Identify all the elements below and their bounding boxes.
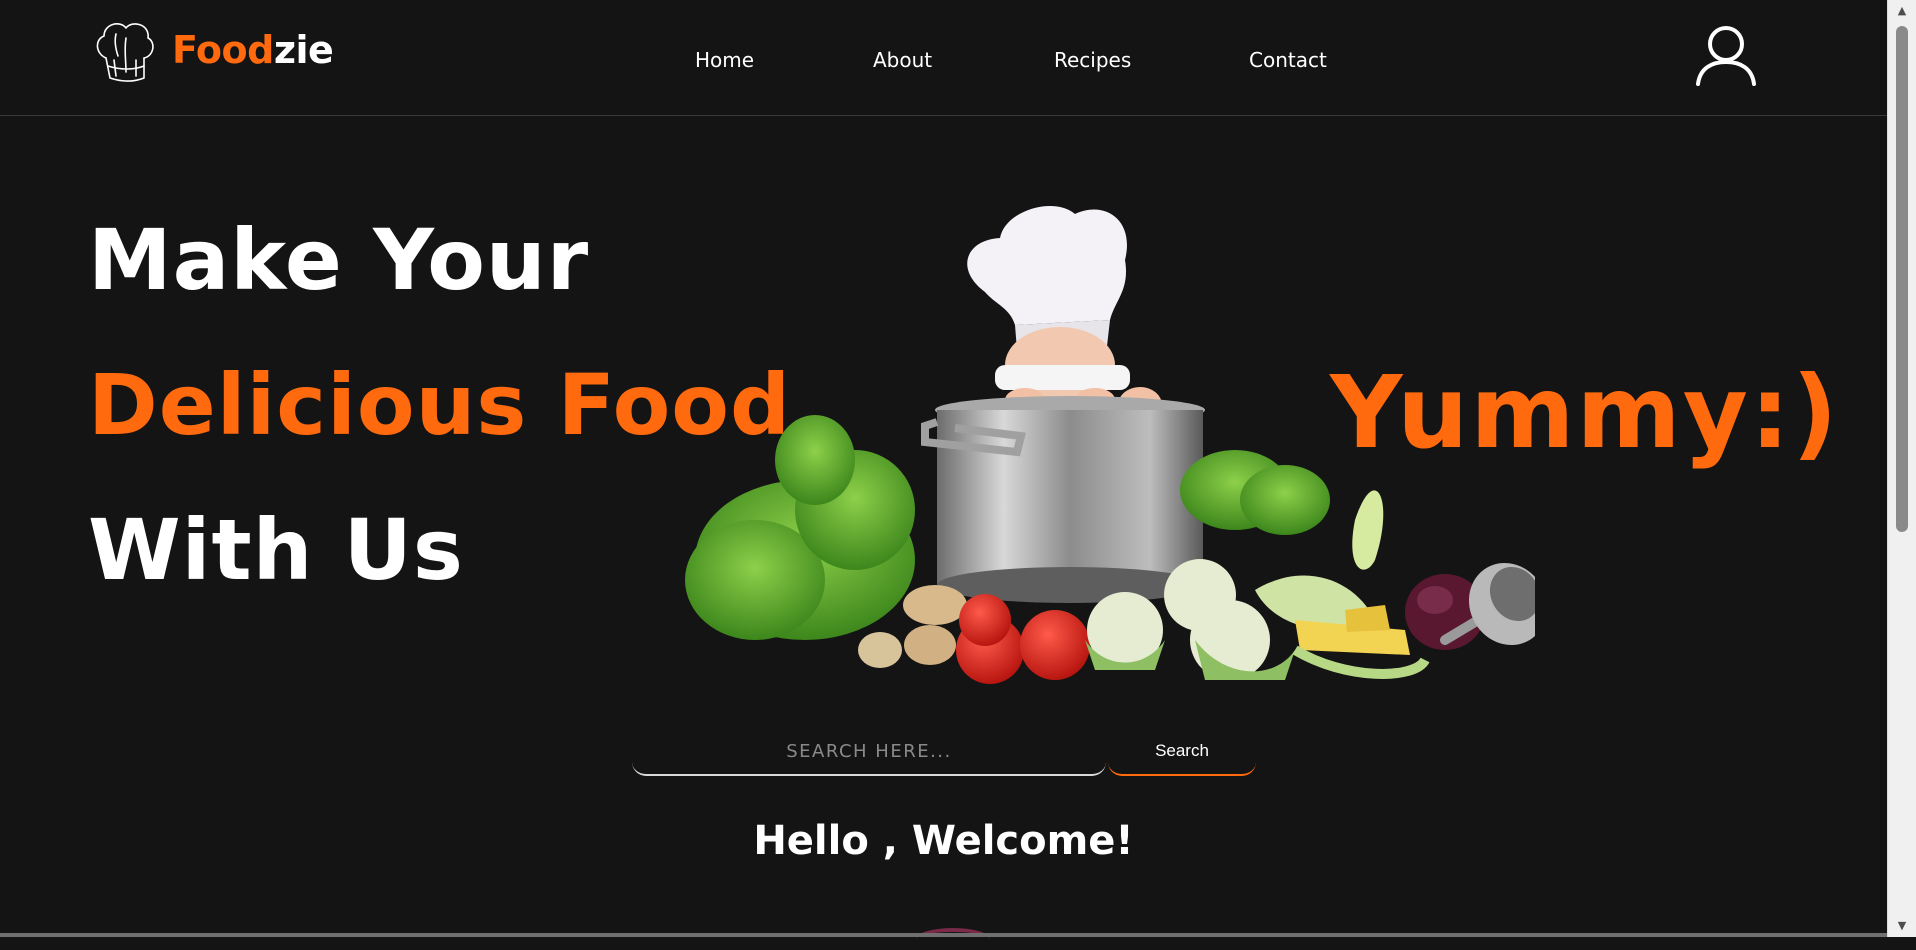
user-account-icon[interactable] [1694, 24, 1758, 86]
scroll-up-arrow-icon[interactable]: ▲ [1888, 0, 1916, 22]
hero-tagline: Yummy:) [1330, 354, 1840, 471]
hero-headline-line-3: With Us [88, 501, 464, 599]
vertical-scrollbar[interactable]: ▲ ▼ [1887, 0, 1916, 937]
scrollbar-thumb[interactable] [1896, 26, 1908, 532]
nav-contact[interactable]: Contact [1249, 48, 1327, 72]
page: Foodzie Home About Recipes Contact Make … [0, 0, 1887, 937]
nav-home[interactable]: Home [695, 48, 754, 72]
welcome-heading: Hello , Welcome! [753, 818, 1134, 864]
main-nav: Home About Recipes Contact [0, 48, 1887, 78]
hero-headline-line-1: Make Your [88, 211, 590, 309]
window-bottom-border [0, 933, 1887, 937]
scroll-down-arrow-icon[interactable]: ▼ [1888, 915, 1916, 937]
search-input[interactable] [632, 728, 1106, 776]
nav-recipes[interactable]: Recipes [1054, 48, 1131, 72]
search-button[interactable]: Search [1108, 728, 1256, 776]
nav-about[interactable]: About [873, 48, 932, 72]
search-bar: Search [632, 728, 1257, 778]
site-header: Foodzie Home About Recipes Contact [0, 0, 1887, 116]
next-section-image-peek [916, 928, 990, 950]
